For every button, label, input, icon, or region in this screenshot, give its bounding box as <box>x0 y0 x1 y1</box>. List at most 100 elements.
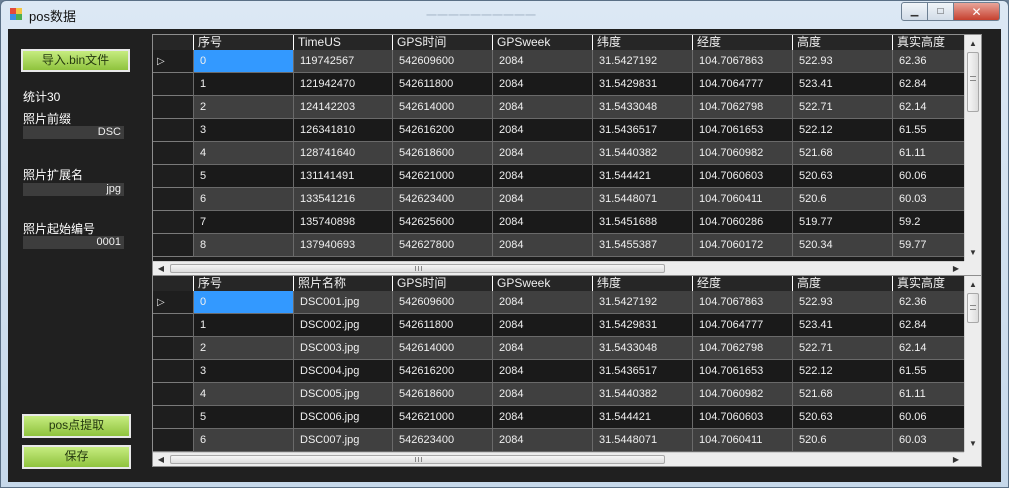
table-cell[interactable]: 104.7061653 <box>692 360 792 383</box>
table-cell[interactable]: 62.14 <box>892 96 972 119</box>
table-cell[interactable]: 4 <box>193 142 293 165</box>
table-cell[interactable]: 542616200 <box>392 119 492 142</box>
table-cell[interactable]: 104.7060603 <box>692 406 792 429</box>
table-cell[interactable]: 104.7060603 <box>692 165 792 188</box>
table-cell[interactable]: 121942470 <box>293 73 392 96</box>
table-cell[interactable]: 520.6 <box>792 429 892 452</box>
table-cell[interactable]: 61.55 <box>892 360 972 383</box>
column-header[interactable]: 高度 <box>792 276 892 291</box>
table-cell[interactable]: 542611800 <box>392 314 492 337</box>
column-header[interactable]: 真实高度 <box>892 35 972 50</box>
table-row[interactable]: 3 DSC004.jpg 542616200 2084 31.5436517 104.70… <box>153 360 972 383</box>
table-cell[interactable]: DSC002.jpg <box>293 314 392 337</box>
table-cell[interactable]: 1 <box>193 314 293 337</box>
table-cell[interactable]: 31.5451688 <box>592 211 692 234</box>
row-header[interactable]: ▷ <box>153 291 193 314</box>
table-cell[interactable]: 31.544421 <box>592 406 692 429</box>
row-header[interactable] <box>153 165 193 188</box>
table-cell[interactable]: 542614000 <box>392 96 492 119</box>
table-row[interactable]: 3 126341810 542616200 2084 31.5436517 104.706… <box>153 119 972 142</box>
vertical-scrollbar[interactable]: ▲ ▼ <box>964 276 981 452</box>
table-cell[interactable]: 3 <box>193 360 293 383</box>
scroll-up-icon[interactable]: ▲ <box>965 276 981 293</box>
table-cell[interactable]: 124142203 <box>293 96 392 119</box>
table-cell[interactable]: 2084 <box>492 96 592 119</box>
table-row[interactable]: 8 137940693 542627800 2084 31.5455387 104.706… <box>153 234 972 257</box>
column-header[interactable]: GPS时间 <box>392 276 492 291</box>
column-header[interactable]: GPSweek <box>492 276 592 291</box>
pos-extract-button[interactable]: pos点提取 <box>22 414 131 438</box>
table-cell[interactable]: 521.68 <box>792 383 892 406</box>
table-cell[interactable]: 31.5455387 <box>592 234 692 257</box>
scroll-left-icon[interactable]: ◀ <box>153 262 169 275</box>
table-cell[interactable]: DSC007.jpg <box>293 429 392 452</box>
column-header[interactable]: 序号 <box>193 276 293 291</box>
column-header[interactable]: 纬度 <box>592 276 692 291</box>
table-cell[interactable]: DSC005.jpg <box>293 383 392 406</box>
table-cell[interactable]: 61.11 <box>892 383 972 406</box>
scroll-right-icon[interactable]: ▶ <box>948 453 964 466</box>
scroll-down-icon[interactable]: ▼ <box>965 435 981 452</box>
minimize-button[interactable]: ▁ <box>901 2 928 21</box>
table-cell[interactable]: 2084 <box>492 73 592 96</box>
row-header[interactable] <box>153 96 193 119</box>
table-cell[interactable]: 2084 <box>492 314 592 337</box>
table-cell[interactable]: 520.34 <box>792 234 892 257</box>
horizontal-scroll-thumb[interactable] <box>170 264 665 273</box>
row-header[interactable] <box>153 360 193 383</box>
table-row[interactable]: 6 133541216 542623400 2084 31.5448071 104.706… <box>153 188 972 211</box>
table-cell[interactable]: 119742567 <box>293 50 392 73</box>
table-cell[interactable]: 104.7067863 <box>692 291 792 314</box>
horizontal-scrollbar[interactable]: ◀ ▶ <box>153 452 964 466</box>
table-cell[interactable]: 519.77 <box>792 211 892 234</box>
table-cell[interactable]: 5 <box>193 165 293 188</box>
table-cell[interactable]: 59.77 <box>892 234 972 257</box>
table-cell[interactable]: 542618600 <box>392 142 492 165</box>
photo-prefix-input[interactable]: DSC <box>23 126 124 139</box>
table-cell[interactable]: 2084 <box>492 360 592 383</box>
table-cell[interactable]: 131141491 <box>293 165 392 188</box>
table-cell[interactable]: 2084 <box>492 406 592 429</box>
table-cell[interactable]: 31.5433048 <box>592 337 692 360</box>
table-cell[interactable]: 135740898 <box>293 211 392 234</box>
table-cell[interactable]: 31.5448071 <box>592 429 692 452</box>
table-cell[interactable]: 104.7060982 <box>692 383 792 406</box>
table-cell[interactable]: 104.7060172 <box>692 234 792 257</box>
table-cell[interactable]: 62.36 <box>892 50 972 73</box>
row-header[interactable] <box>153 429 193 452</box>
table-cell[interactable]: 61.11 <box>892 142 972 165</box>
table-row[interactable]: ▷ 0 DSC001.jpg 542609600 2084 31.5427192 104.7… <box>153 291 972 314</box>
table-cell[interactable]: 31.5440382 <box>592 142 692 165</box>
table-cell[interactable]: 520.6 <box>792 188 892 211</box>
scroll-left-icon[interactable]: ◀ <box>153 453 169 466</box>
table-cell[interactable]: 522.71 <box>792 96 892 119</box>
row-header[interactable] <box>153 337 193 360</box>
table-cell[interactable]: 6 <box>193 429 293 452</box>
photo-start-input[interactable]: 0001 <box>23 236 124 249</box>
table-cell[interactable]: 523.41 <box>792 73 892 96</box>
vertical-scroll-thumb[interactable] <box>967 52 979 112</box>
table-cell[interactable]: 59.2 <box>892 211 972 234</box>
vertical-scrollbar[interactable]: ▲ ▼ <box>964 35 981 261</box>
table-cell[interactable]: 2084 <box>492 119 592 142</box>
table-cell[interactable]: 31.5436517 <box>592 360 692 383</box>
table-cell[interactable]: 104.7062798 <box>692 96 792 119</box>
table-cell[interactable]: 2084 <box>492 429 592 452</box>
table-cell[interactable]: 542623400 <box>392 188 492 211</box>
table-cell[interactable]: 61.55 <box>892 119 972 142</box>
table-cell[interactable]: 7 <box>193 211 293 234</box>
table-cell[interactable]: 2084 <box>492 211 592 234</box>
table-cell[interactable]: 104.7060982 <box>692 142 792 165</box>
table-cell[interactable]: 6 <box>193 188 293 211</box>
table-cell[interactable]: 104.7060411 <box>692 429 792 452</box>
table-cell[interactable]: 520.63 <box>792 165 892 188</box>
table-cell[interactable]: 0 <box>193 291 293 314</box>
table-cell[interactable]: 31.5448071 <box>592 188 692 211</box>
table-cell[interactable]: 8 <box>193 234 293 257</box>
table-row[interactable]: 1 121942470 542611800 2084 31.5429831 104.706… <box>153 73 972 96</box>
title-bar[interactable]: pos数据 一一一一一一一一一一 ▁ □ ✕ <box>1 1 1008 27</box>
column-header[interactable]: 照片名称 <box>293 276 392 291</box>
table-cell[interactable]: DSC001.jpg <box>293 291 392 314</box>
table-row[interactable]: 6 DSC007.jpg 542623400 2084 31.5448071 104.70… <box>153 429 972 452</box>
column-header[interactable]: 经度 <box>692 35 792 50</box>
